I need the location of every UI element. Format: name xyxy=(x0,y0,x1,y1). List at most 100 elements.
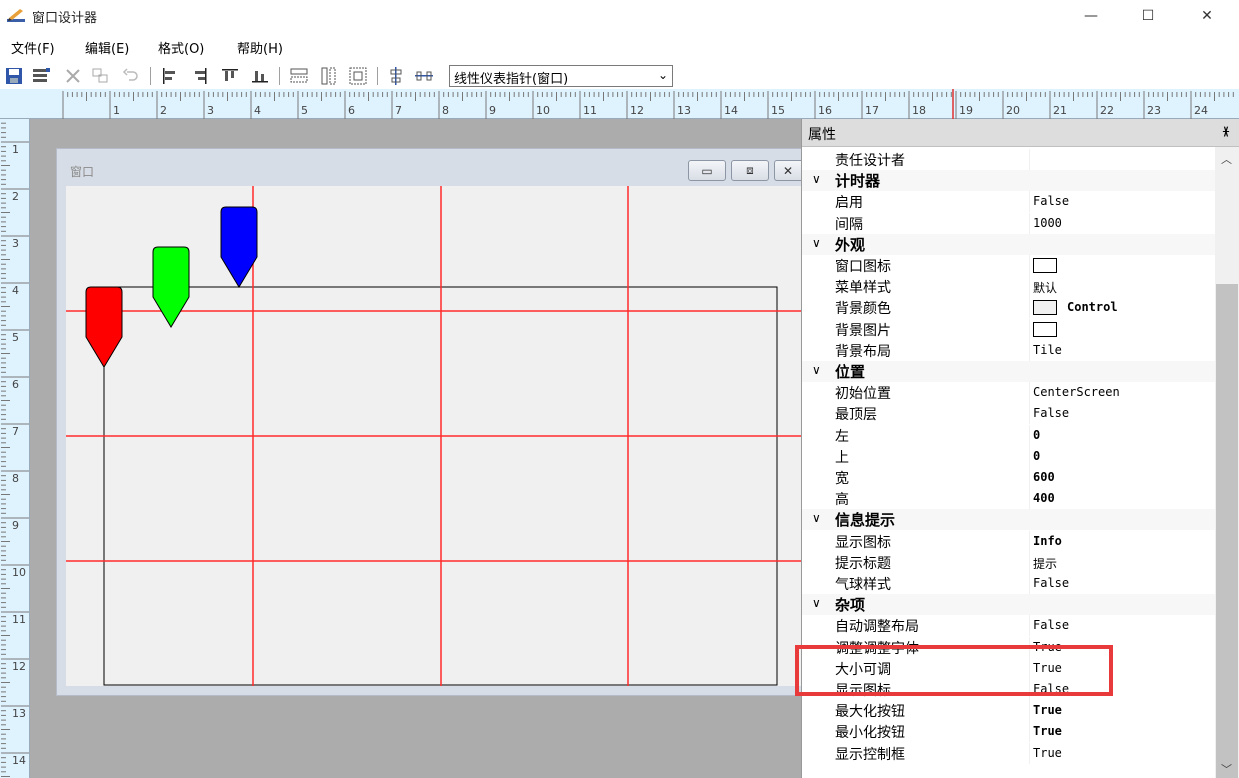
property-value[interactable]: 400 xyxy=(1033,491,1055,505)
property-row[interactable]: 背景颜色 Control xyxy=(832,297,1215,319)
same-width-icon[interactable] xyxy=(289,66,309,86)
properties-list-icon[interactable] xyxy=(31,66,51,86)
toolbar-separator xyxy=(150,67,151,85)
align-top-icon[interactable] xyxy=(220,66,240,86)
property-value[interactable]: Tile xyxy=(1033,343,1062,357)
ruler-number: 3 xyxy=(207,104,214,117)
property-value[interactable]: False xyxy=(1033,194,1069,208)
ruler-number: 3 xyxy=(12,237,19,250)
blue-pointer[interactable] xyxy=(220,206,258,288)
property-row[interactable]: 间隔 1000 xyxy=(832,212,1215,234)
property-category[interactable]: ∨ 外观 xyxy=(802,233,1215,255)
property-value[interactable]: False xyxy=(1033,576,1069,590)
property-value[interactable]: 1000 xyxy=(1033,216,1062,230)
green-pointer[interactable] xyxy=(152,246,190,328)
property-row[interactable]: 背景图片 xyxy=(832,318,1215,340)
form-canvas[interactable] xyxy=(66,186,801,686)
property-row[interactable]: 显示图标 Info xyxy=(832,530,1215,552)
property-row[interactable]: 菜单样式 默认 xyxy=(832,276,1215,298)
property-row[interactable]: 初始位置 CenterScreen xyxy=(832,382,1215,404)
property-value-text: 0 xyxy=(1033,448,1041,463)
property-row[interactable]: 启用 False xyxy=(832,191,1215,213)
property-category[interactable]: ∨ 位置 xyxy=(802,361,1215,382)
highlight-annotation xyxy=(795,645,1113,696)
property-value[interactable]: 提示 xyxy=(1033,555,1057,572)
property-value[interactable]: 0 xyxy=(1033,428,1040,442)
menu-help[interactable]: 帮助(H) xyxy=(237,38,283,57)
ruler-number: 14 xyxy=(12,754,26,767)
ruler-number: 8 xyxy=(442,104,449,117)
scroll-down-icon[interactable]: ﹀ xyxy=(1221,761,1232,777)
property-divider xyxy=(1029,212,1030,234)
property-value[interactable]: 默认 xyxy=(1033,279,1057,296)
scroll-up-icon[interactable]: ︿ xyxy=(1221,151,1232,167)
align-right-icon[interactable] xyxy=(190,66,210,86)
property-row[interactable]: 显示控制框 True xyxy=(832,742,1215,764)
property-value[interactable]: False xyxy=(1033,406,1069,420)
property-row[interactable]: 最大化按钮 True xyxy=(832,700,1215,722)
same-size-icon[interactable] xyxy=(348,66,368,86)
property-value[interactable]: True xyxy=(1033,703,1062,717)
ruler-number: 1 xyxy=(12,143,19,156)
align-bottom-icon[interactable] xyxy=(250,66,270,86)
ruler-number: 6 xyxy=(12,378,19,391)
minimize-button[interactable]: — xyxy=(1068,0,1114,32)
chevron-down-icon[interactable]: ∨ xyxy=(812,363,821,377)
property-row[interactable]: 背景布局 Tile xyxy=(832,339,1215,361)
same-height-icon[interactable] xyxy=(319,66,339,86)
copy-icon[interactable] xyxy=(90,66,110,86)
ruler-number: 24 xyxy=(1194,104,1208,117)
menu-file[interactable]: 文件(F) xyxy=(11,38,55,57)
property-value[interactable]: 0 xyxy=(1033,449,1040,463)
property-value[interactable] xyxy=(1033,258,1067,273)
menu-format[interactable]: 格式(O) xyxy=(158,38,204,57)
property-category[interactable]: ∨ 计时器 xyxy=(802,170,1215,192)
property-category[interactable]: ∨ 杂项 xyxy=(802,594,1215,616)
property-value[interactable]: True xyxy=(1033,746,1062,760)
close-button[interactable]: ✕ xyxy=(1184,0,1230,32)
chevron-down-icon[interactable]: ∨ xyxy=(812,596,821,610)
property-category[interactable]: ∨ 信息提示 xyxy=(802,509,1215,531)
chevron-down-icon[interactable]: ∨ xyxy=(812,236,821,250)
chevron-down-icon[interactable]: ∨ xyxy=(812,511,821,525)
property-row[interactable]: 责任设计者 xyxy=(832,149,1215,170)
property-value-text: False xyxy=(1033,618,1070,633)
undo-icon[interactable] xyxy=(121,66,141,86)
property-row[interactable]: 最顶层 False xyxy=(832,403,1215,425)
property-row[interactable]: 左0 xyxy=(832,424,1215,446)
center-horizontal-icon[interactable] xyxy=(414,66,434,86)
delete-icon[interactable] xyxy=(63,66,83,86)
property-row[interactable]: 上0 xyxy=(832,445,1215,467)
property-row[interactable]: 最小化按钮 True xyxy=(832,721,1215,743)
property-value[interactable]: False xyxy=(1033,618,1069,632)
property-value[interactable] xyxy=(1033,321,1067,337)
property-row[interactable]: 宽 600 xyxy=(832,467,1215,488)
maximize-button[interactable]: ☐ xyxy=(1125,0,1171,32)
property-value-text: True xyxy=(1033,724,1062,739)
property-value[interactable]: Info xyxy=(1033,534,1062,548)
chevron-down-icon[interactable]: ∨ xyxy=(812,172,821,186)
align-left-icon[interactable] xyxy=(160,66,180,86)
center-vertical-icon[interactable] xyxy=(386,66,406,86)
scroll-thumb[interactable] xyxy=(1216,284,1238,778)
property-value[interactable]: CenterScreen xyxy=(1033,385,1120,399)
property-row[interactable]: 自动调整布局 False xyxy=(832,615,1215,637)
property-row[interactable]: 提示标题 提示 xyxy=(832,551,1215,573)
property-row[interactable]: 高 400 xyxy=(832,488,1215,510)
app-pencil-icon xyxy=(7,9,25,22)
menu-edit[interactable]: 编辑(E) xyxy=(85,38,129,57)
property-value[interactable]: 600 xyxy=(1033,470,1055,484)
property-name: 宽 xyxy=(835,471,849,487)
properties-scrollbar[interactable]: ︿ ﹀ xyxy=(1215,147,1239,778)
property-row[interactable]: 气球样式 False xyxy=(832,573,1215,594)
title-bar: 窗口设计器 — ☐ ✕ xyxy=(0,0,1239,32)
property-value[interactable]: Control xyxy=(1033,300,1118,316)
category-label: 外观 xyxy=(835,235,866,254)
property-name: 提示标题 xyxy=(835,555,891,572)
property-value[interactable]: True xyxy=(1033,724,1062,738)
save-icon[interactable] xyxy=(4,66,24,86)
pin-icon[interactable]: ᚕ xyxy=(1223,124,1229,138)
red-pointer[interactable] xyxy=(85,286,123,368)
property-row[interactable]: 窗口图标 xyxy=(832,255,1215,276)
control-selector-dropdown[interactable]: 线性仪表指针(窗口) ⌄ xyxy=(449,65,673,87)
